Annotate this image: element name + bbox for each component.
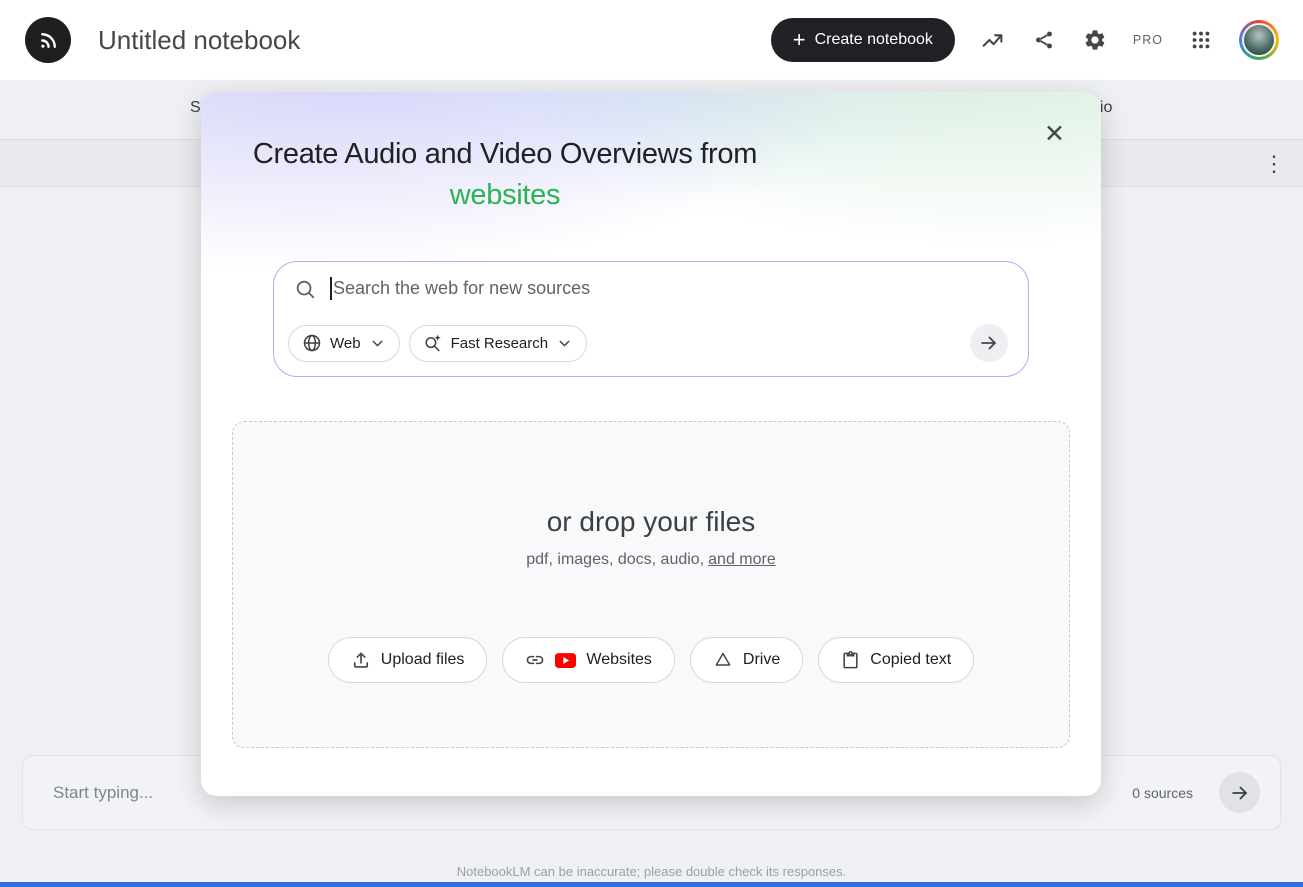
notebook-title[interactable]: Untitled notebook — [98, 25, 300, 56]
upload-icon — [351, 650, 371, 670]
dropzone-buttons: Upload files Websites Driv — [233, 637, 1069, 683]
upload-files-label: Upload files — [381, 651, 465, 669]
copied-text-button[interactable]: Copied text — [818, 637, 974, 683]
clipboard-icon — [841, 651, 860, 670]
notebooklm-logo[interactable] — [25, 17, 71, 63]
chat-bar-right: 0 sources — [1132, 772, 1260, 813]
plus-icon: + — [793, 29, 806, 51]
websites-button[interactable]: Websites — [502, 637, 675, 683]
logo-wave-icon — [36, 28, 61, 53]
arrow-right-icon — [1229, 782, 1251, 804]
dropzone-heading: or drop your files — [233, 506, 1069, 538]
app-header: Untitled notebook + Create notebook — [0, 0, 1303, 80]
globe-icon — [302, 333, 322, 353]
text-caret — [330, 277, 332, 300]
avatar-photo — [1242, 23, 1276, 57]
web-source-dropdown[interactable]: Web — [288, 325, 400, 362]
sources-count: 0 sources — [1132, 785, 1193, 801]
avatar[interactable] — [1239, 20, 1279, 60]
file-dropzone[interactable]: or drop your files pdf, images, docs, au… — [232, 421, 1070, 748]
apps-grid-icon[interactable] — [1188, 27, 1214, 53]
websites-label: Websites — [586, 651, 652, 669]
search-icon — [294, 278, 316, 300]
disclaimer-text: NotebookLM can be inaccurate; please dou… — [0, 864, 1303, 879]
arrow-right-icon — [978, 332, 1000, 354]
upload-files-button[interactable]: Upload files — [328, 637, 488, 683]
chat-send-button[interactable] — [1219, 772, 1260, 813]
drive-label: Drive — [743, 651, 780, 669]
filter-row: Web Fast Research — [288, 324, 1014, 362]
create-notebook-button[interactable]: + Create notebook — [771, 18, 955, 62]
copied-text-label: Copied text — [870, 651, 951, 669]
drive-button[interactable]: Drive — [690, 637, 803, 683]
close-icon[interactable]: ✕ — [1040, 118, 1069, 151]
link-icon — [525, 650, 545, 670]
header-right: + Create notebook PRO — [771, 18, 1279, 62]
bottom-strip — [0, 882, 1303, 887]
pro-badge: PRO — [1133, 33, 1163, 47]
notebooklm-app: Untitled notebook + Create notebook — [0, 0, 1303, 887]
analytics-trending-icon[interactable] — [980, 27, 1006, 53]
header-left: Untitled notebook — [25, 17, 300, 63]
web-source-label: Web — [330, 335, 361, 352]
youtube-icon — [555, 653, 576, 668]
chat-input[interactable]: Start typing... — [53, 783, 153, 803]
filter-left: Web Fast Research — [288, 325, 587, 362]
chevron-down-icon — [556, 335, 573, 352]
dropzone-subtext-formats: pdf, images, docs, audio, — [526, 551, 704, 568]
web-search-box: Web Fast Research — [273, 261, 1029, 377]
more-options-icon[interactable]: ⋮ — [1257, 149, 1291, 179]
drive-icon — [713, 650, 733, 670]
research-sparkle-icon — [423, 333, 443, 353]
settings-gear-icon[interactable] — [1082, 27, 1108, 53]
search-row — [288, 277, 1014, 300]
research-mode-label: Fast Research — [451, 335, 549, 352]
and-more-link[interactable]: and more — [708, 551, 776, 568]
share-icon[interactable] — [1031, 27, 1057, 53]
create-notebook-label: Create notebook — [815, 31, 933, 49]
modal-title-text: Create Audio and Video Overviews from — [227, 134, 783, 175]
search-input[interactable] — [333, 278, 1014, 299]
search-submit-button[interactable] — [970, 324, 1008, 362]
modal-title-highlight: websites — [227, 175, 783, 216]
create-sources-modal: ✕ Create Audio and Video Overviews from … — [201, 92, 1101, 796]
dropzone-subtext: pdf, images, docs, audio,and more — [233, 549, 1069, 571]
chevron-down-icon — [369, 335, 386, 352]
research-mode-dropdown[interactable]: Fast Research — [409, 325, 588, 362]
modal-title: Create Audio and Video Overviews from we… — [227, 134, 783, 216]
